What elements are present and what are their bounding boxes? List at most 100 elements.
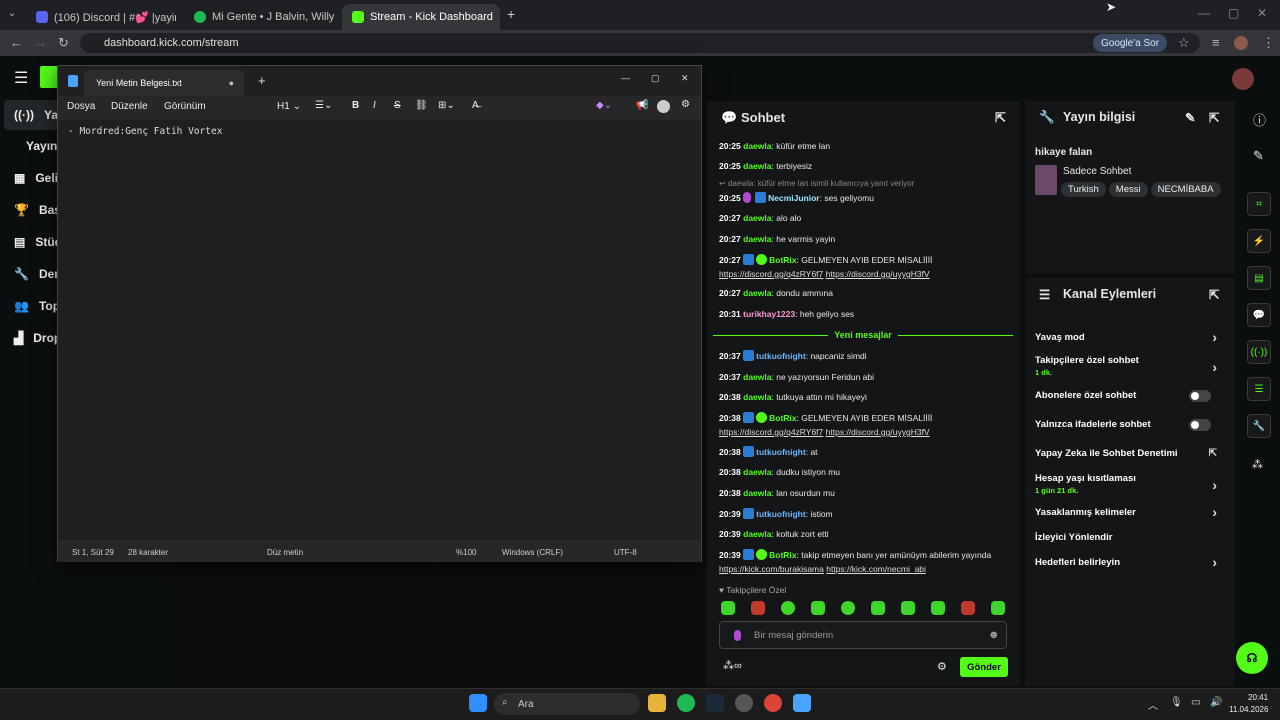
notepad-text-area[interactable]: - Mordred:Genç Fatih Vortex [58,120,701,540]
emote-icon[interactable] [751,601,765,615]
emote-icon[interactable] [931,601,945,615]
account-icon[interactable] [657,100,670,113]
chevron-right-icon[interactable]: › [1212,329,1217,345]
chat-settings-icon[interactable]: ⚙ [937,660,947,673]
megaphone-icon[interactable]: 📢 [636,100,648,111]
channel-action-item[interactable]: İzleyici Yönlendir [1035,532,1225,543]
clock-time[interactable]: 20:41 [1248,693,1268,702]
close-window-icon[interactable]: ✕ [1257,6,1267,20]
rail-wrench-icon[interactable]: 🔧 [1247,414,1271,438]
gear-icon[interactable]: ⚙ [681,99,690,110]
bookmark-star-icon[interactable]: ☆ [1178,35,1190,51]
rail-doc-icon[interactable]: ▤ [1247,266,1271,290]
menu-view[interactable]: Görünüm [164,101,206,112]
google-ask-button[interactable]: Google'a Sor [1093,34,1168,52]
rail-dots-icon[interactable]: ⁂ [1252,458,1263,471]
channel-action-item[interactable]: Yavaş mod › [1035,329,1225,345]
sidebar-item-community[interactable]: 👥 Top [14,292,60,320]
menu-dots-icon[interactable]: ⋮ [1262,35,1275,51]
message-username[interactable]: daewla [743,141,771,151]
new-tab-icon[interactable]: + [258,73,266,88]
sidebar-item-tools[interactable]: 🔧 Den [14,260,62,288]
channel-action-item[interactable]: Hesap yaşı kısıtlaması 1 gün 21 dk. › [1035,473,1225,495]
forward-icon[interactable]: → [34,35,47,50]
tray-chevron-icon[interactable]: ︿ [1148,697,1158,712]
reload-icon[interactable]: ↻ [58,35,69,51]
unsaved-dot-icon[interactable]: ● [229,78,234,88]
maximize-icon[interactable]: ▢ [1228,6,1239,20]
popout-icon[interactable]: ⇱ [1209,287,1219,302]
popout-icon[interactable]: ⇱ [1209,110,1219,125]
close-icon[interactable]: ✕ [499,10,500,24]
emote-icon[interactable] [901,601,915,615]
steam-icon[interactable] [706,694,724,712]
maximize-icon[interactable]: ▢ [651,73,660,84]
message-username[interactable]: turikhay1223 [743,309,795,319]
toggle-switch[interactable] [1189,419,1211,431]
chevron-right-icon[interactable]: › [1212,504,1217,520]
message-username[interactable]: daewla [743,213,771,223]
strikethrough-icon[interactable]: S [394,100,401,111]
message-username[interactable]: daewla [743,234,771,244]
channel-action-item[interactable]: Takipçilere özel sohbet 1 dk. › [1035,355,1225,377]
start-icon[interactable] [469,694,487,712]
message-username[interactable]: daewla [743,529,771,539]
mic-tray-icon[interactable]: 🎙 [1170,697,1183,708]
volume-icon[interactable]: 🔊 [1210,697,1222,708]
app-icon[interactable] [735,694,753,712]
info-icon[interactable]: ⓘ [1253,110,1266,129]
channel-action-item[interactable]: Yasaklanmış kelimeler › [1035,504,1225,520]
media-icon[interactable]: ≡ [1212,35,1220,50]
italic-icon[interactable]: I [373,100,376,111]
user-avatar[interactable] [1232,68,1254,90]
channel-action-item[interactable]: Hedefleri belirleyin › [1035,554,1225,570]
message-link[interactable]: https://discord.gg/uyygH3fV [826,427,930,437]
rail-scan-icon[interactable]: ⌗ [1247,192,1271,216]
profile-avatar[interactable] [1234,36,1248,50]
emote-icon[interactable] [871,601,885,615]
hamburger-icon[interactable]: ☰ [14,68,28,88]
link-icon[interactable]: ⛓ [415,100,428,111]
spotify-icon[interactable] [677,694,695,712]
network-icon[interactable]: ▭ [1191,697,1200,708]
rail-chat-icon[interactable]: 💬 [1247,303,1271,327]
message-username[interactable]: tutkuofnight [756,509,806,519]
chevron-right-icon[interactable]: › [1212,554,1217,570]
emote-icon[interactable] [811,601,825,615]
rail-broadcast-icon[interactable]: ((·)) [1247,340,1271,364]
list-icon[interactable]: ☰⌄ [315,100,332,111]
taskbar-search[interactable]: ⌕ Ara [494,693,640,715]
bold-icon[interactable]: B [352,100,359,111]
channel-action-item[interactable]: Yapay Zeka ile Sohbet Denetimi ⇱ [1035,448,1225,459]
channel-action-item[interactable]: Abonelere özel sohbet [1035,390,1225,402]
sidebar-item-stream-sub[interactable]: Yayın [26,132,57,160]
new-tab-icon[interactable]: + [507,6,515,22]
message-username[interactable]: daewla [743,161,771,171]
rail-lightning-icon[interactable]: ⚡ [1247,229,1271,253]
popout-icon[interactable]: ⇱ [995,110,1006,126]
url-input[interactable]: dashboard.kick.com/stream [80,33,1200,53]
tab-discord[interactable]: (106) Discord | #💕 |yayin-duy ✕ [26,4,176,30]
menu-file[interactable]: Dosya [67,101,95,112]
message-username[interactable]: BotRix [769,413,796,423]
menu-edit[interactable]: Düzenle [111,101,148,112]
emoji-icon[interactable]: ☻ [988,629,1000,641]
message-username[interactable]: tutkuofnight [756,351,806,361]
status-zoom[interactable]: %100 [456,548,476,557]
emote-icon[interactable] [841,601,855,615]
emote-icon[interactable] [961,601,975,615]
minimize-icon[interactable]: — [621,73,630,83]
message-link[interactable]: https://discord.gg/q4zRY6f7 [719,427,823,437]
message-username[interactable]: BotRix [769,550,796,560]
message-username[interactable]: BotRix [769,255,796,265]
message-username[interactable]: NecmiJunior [768,193,820,203]
external-link-icon[interactable]: ⇱ [1209,448,1217,459]
message-link[interactable]: https://discord.gg/q4zRY6f7 [719,269,823,279]
status-eol[interactable]: Windows (CRLF) [502,548,563,557]
table-icon[interactable]: ⊞⌄ [438,100,455,111]
message-username[interactable]: daewla [743,488,771,498]
pen-icon[interactable]: ✎ [1253,148,1264,164]
help-button[interactable]: ☊ [1236,642,1268,674]
edit-icon[interactable]: ✎ [1185,110,1195,125]
close-icon[interactable]: ✕ [681,73,689,84]
